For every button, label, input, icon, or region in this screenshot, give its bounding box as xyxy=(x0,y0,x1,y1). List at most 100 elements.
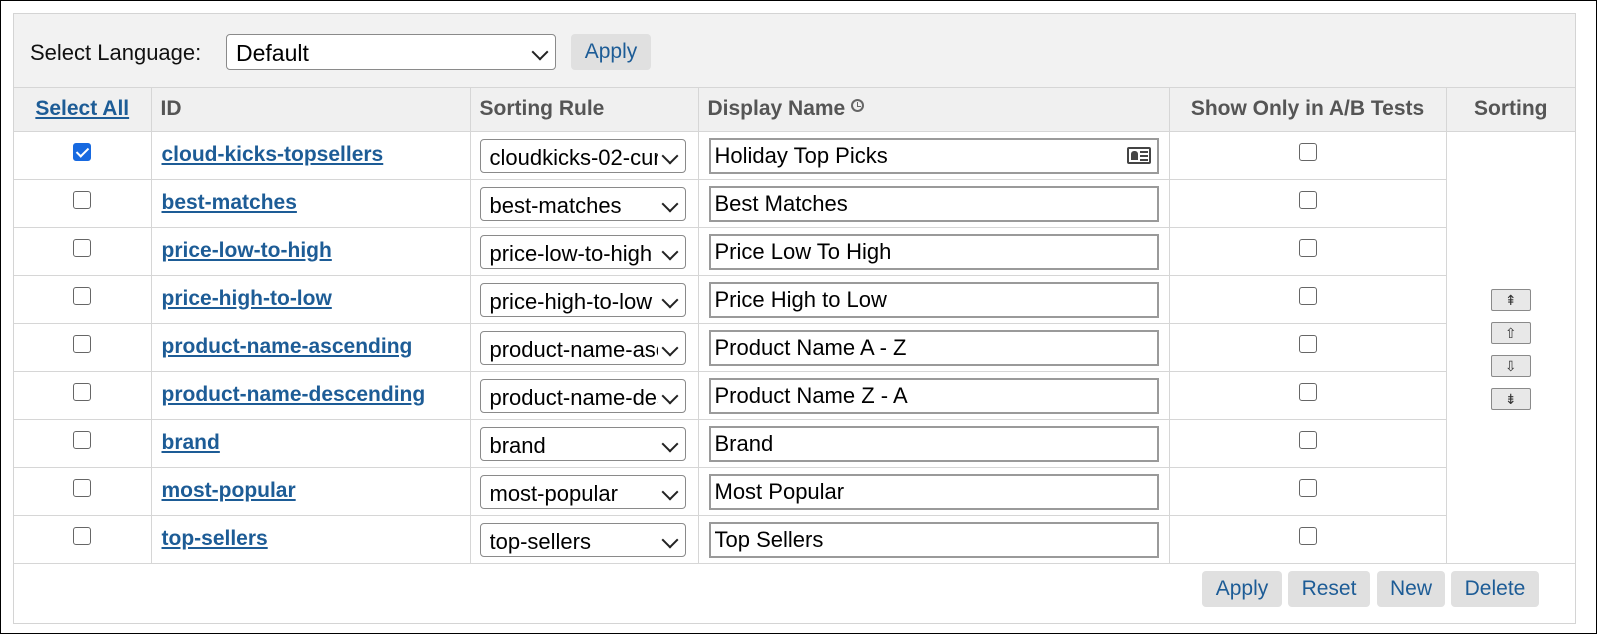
display-name-cell: Product Name A - Z xyxy=(698,323,1170,372)
select-cell xyxy=(14,275,152,324)
sorting-rule-value: cloudkicks-02-current xyxy=(489,144,658,170)
sorting-option-id-link[interactable]: product-name-ascending xyxy=(162,335,413,359)
chevron-down-icon xyxy=(661,291,678,308)
move-down-button[interactable]: ⇩ xyxy=(1490,354,1531,377)
language-select[interactable]: Default xyxy=(226,34,556,70)
chevron-down-icon xyxy=(661,387,678,404)
sorting-rule-value: brand xyxy=(489,432,546,458)
sorting-option-id-link[interactable]: cloud-kicks-topsellers xyxy=(162,143,384,167)
chevron-down-icon xyxy=(661,147,678,164)
ab-only-checkbox[interactable] xyxy=(1298,526,1317,545)
sorting-rule-select[interactable]: price-high-to-low xyxy=(479,282,686,317)
sorting-rule-cell: product-name-ascending xyxy=(470,323,699,372)
display-name-cell: Price High to Low xyxy=(698,275,1170,324)
row-select-checkbox[interactable] xyxy=(73,190,91,209)
ab-only-checkbox[interactable] xyxy=(1298,382,1317,401)
display-name-cell: Best Matches xyxy=(698,179,1170,228)
ab-only-checkbox[interactable] xyxy=(1298,430,1317,449)
id-cell: most-popular xyxy=(151,467,471,516)
sorting-option-id-link[interactable]: brand xyxy=(162,431,220,455)
new-button[interactable]: New xyxy=(1377,571,1445,607)
row-select-checkbox[interactable] xyxy=(73,286,91,305)
id-cell: cloud-kicks-topsellers xyxy=(151,131,471,180)
display-name-input[interactable]: Product Name Z - A xyxy=(708,377,1159,414)
table-row: best-matches best-matches Best Matches xyxy=(14,179,1575,228)
header-show-only-ab: Show Only in A/B Tests xyxy=(1169,88,1447,132)
select-all-link[interactable]: Select All xyxy=(35,97,129,120)
sorting-rule-cell: cloudkicks-02-current xyxy=(470,131,699,180)
move-up-button[interactable]: ⇧ xyxy=(1490,321,1531,344)
sorting-rule-select[interactable]: best-matches xyxy=(479,186,686,221)
row-select-checkbox[interactable] xyxy=(73,526,91,545)
header-display-name: Display Name xyxy=(698,88,1170,132)
table-row: brand brand Brand xyxy=(14,419,1575,468)
chevron-down-icon xyxy=(661,195,678,212)
ab-only-cell xyxy=(1169,131,1447,180)
sorting-rule-select[interactable]: price-low-to-high xyxy=(479,234,686,269)
chevron-down-icon xyxy=(661,483,678,500)
sorting-option-id-link[interactable]: product-name-descending xyxy=(162,383,426,407)
sorting-rule-select[interactable]: most-popular xyxy=(479,474,686,509)
sorting-rule-value: product-name-descending xyxy=(489,384,658,410)
row-select-checkbox[interactable] xyxy=(73,142,91,161)
sorting-rule-select[interactable]: product-name-ascending xyxy=(479,330,686,365)
display-name-input[interactable]: Brand xyxy=(708,425,1159,462)
move-to-top-button[interactable]: ⇞ xyxy=(1490,288,1531,311)
header-sorting-rule: Sorting Rule xyxy=(470,88,699,132)
sorting-option-id-link[interactable]: most-popular xyxy=(162,479,296,503)
row-select-checkbox[interactable] xyxy=(73,334,91,353)
ab-only-checkbox[interactable] xyxy=(1298,142,1317,161)
apply-button[interactable]: Apply xyxy=(1202,571,1282,607)
reset-button[interactable]: Reset xyxy=(1288,571,1370,607)
display-name-input[interactable]: Price High to Low xyxy=(708,281,1159,318)
select-cell xyxy=(14,467,152,516)
ab-only-checkbox[interactable] xyxy=(1298,334,1317,353)
ab-only-cell xyxy=(1169,323,1447,372)
chevron-down-icon xyxy=(661,531,678,548)
display-name-input[interactable]: Best Matches xyxy=(708,185,1159,222)
sorting-rule-cell: most-popular xyxy=(470,467,699,516)
ab-only-checkbox[interactable] xyxy=(1298,478,1317,497)
history-icon[interactable] xyxy=(851,99,865,113)
display-name-input[interactable]: Top Sellers xyxy=(708,521,1159,558)
sorting-option-id-link[interactable]: top-sellers xyxy=(162,527,268,551)
sorting-option-id-link[interactable]: price-low-to-high xyxy=(162,239,332,263)
display-name-input[interactable]: Most Popular xyxy=(708,473,1159,510)
row-select-checkbox[interactable] xyxy=(73,238,91,257)
id-cell: product-name-descending xyxy=(151,371,471,420)
ab-only-cell xyxy=(1169,419,1447,468)
ab-only-checkbox[interactable] xyxy=(1298,190,1317,209)
move-to-bottom-button[interactable]: ⇟ xyxy=(1490,387,1531,410)
display-name-value: Top Sellers xyxy=(714,526,824,552)
sorting-rule-select[interactable]: top-sellers xyxy=(479,522,686,557)
sorting-controls-cell: ⇞ ⇧ ⇩ ⇟ xyxy=(1446,131,1575,564)
row-select-checkbox[interactable] xyxy=(73,478,91,497)
display-name-header-label: Display Name xyxy=(707,97,846,121)
id-cell: price-high-to-low xyxy=(151,275,471,324)
display-name-value: Best Matches xyxy=(714,190,848,216)
ab-only-cell xyxy=(1169,179,1447,228)
ab-only-checkbox[interactable] xyxy=(1298,286,1317,305)
row-select-checkbox[interactable] xyxy=(73,382,91,401)
contact-card-icon[interactable] xyxy=(1126,146,1151,164)
language-apply-button[interactable]: Apply xyxy=(571,34,651,70)
ab-only-checkbox[interactable] xyxy=(1298,238,1317,257)
table-row: product-name-ascending product-name-ascen… xyxy=(14,323,1575,372)
chevron-down-icon xyxy=(531,43,549,61)
sorting-option-id-link[interactable]: price-high-to-low xyxy=(162,287,332,311)
sorting-rule-select[interactable]: brand xyxy=(479,426,686,461)
sorting-rule-select[interactable]: product-name-descending xyxy=(479,378,686,413)
display-name-input[interactable]: Holiday Top Picks xyxy=(708,137,1159,174)
footer-actions: Apply Reset New Delete xyxy=(14,564,1575,624)
display-name-cell: Top Sellers xyxy=(698,515,1170,564)
sorting-rule-select[interactable]: cloudkicks-02-current xyxy=(479,138,686,173)
language-select-value: Default xyxy=(236,40,309,66)
display-name-input[interactable]: Price Low To High xyxy=(708,233,1159,270)
delete-button[interactable]: Delete xyxy=(1451,571,1539,607)
display-name-input[interactable]: Product Name A - Z xyxy=(708,329,1159,366)
display-name-value: Holiday Top Picks xyxy=(714,142,888,168)
row-select-checkbox[interactable] xyxy=(73,430,91,449)
sorting-option-id-link[interactable]: best-matches xyxy=(162,191,297,215)
sorting-rule-cell: product-name-descending xyxy=(470,371,699,420)
display-name-cell: Brand xyxy=(698,419,1170,468)
